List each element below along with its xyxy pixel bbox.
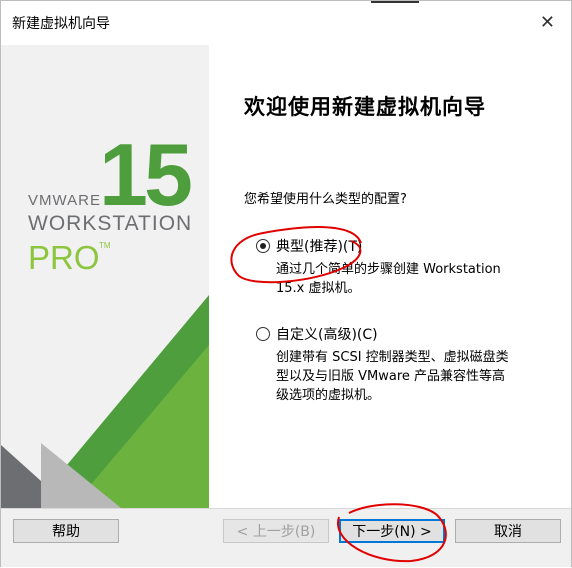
title-bar-divider: [371, 1, 419, 3]
brand-panel: 15 VMWARE WORKSTATION PRO TM: [1, 45, 209, 508]
vmware-text: VMWARE: [28, 192, 101, 209]
help-button[interactable]: 帮助: [13, 519, 119, 543]
option-custom[interactable]: 自定义(高级)(C): [256, 324, 378, 344]
description-line: 型以及与旧版 VMware 产品兼容性等高: [276, 369, 506, 384]
button-bar: 帮助 < 上一步(B) 下一步(N) > 取消: [1, 508, 571, 567]
option-typical[interactable]: 典型(推荐)(T): [256, 236, 362, 256]
next-button[interactable]: 下一步(N) >: [339, 519, 445, 543]
pro-text: PRO: [28, 239, 100, 276]
vmware-logo: 15 VMWARE WORKSTATION PRO TM: [1, 125, 209, 508]
title-bar: 新建虚拟机向导 ✕: [1, 1, 571, 45]
description-line: 15.x 虚拟机。: [276, 281, 361, 296]
radio-custom[interactable]: [256, 327, 270, 341]
option-custom-description: 创建带有 SCSI 控制器类型、虚拟磁盘类 型以及与旧版 VMware 产品兼容…: [276, 348, 509, 405]
window-title: 新建虚拟机向导: [12, 16, 110, 32]
description-line: 通过几个简单的步骤创建 Workstation: [276, 262, 501, 277]
description-line: 创建带有 SCSI 控制器类型、虚拟磁盘类: [276, 350, 509, 365]
radio-selected-dot: [260, 243, 266, 249]
new-vm-wizard-dialog: 新建虚拟机向导 ✕ 15 VMWARE WORKSTATION PRO TM 欢…: [0, 0, 572, 567]
cancel-button[interactable]: 取消: [455, 519, 561, 543]
wizard-heading: 欢迎使用新建虚拟机向导: [244, 94, 486, 119]
radio-typical[interactable]: [256, 239, 270, 253]
back-button[interactable]: < 上一步(B): [223, 519, 329, 543]
option-typical-label[interactable]: 典型(推荐)(T): [276, 236, 362, 256]
description-line: 级选项的虚拟机。: [276, 388, 381, 403]
close-icon[interactable]: ✕: [540, 12, 555, 33]
content-panel: 欢迎使用新建虚拟机向导 您希望使用什么类型的配置? 典型(推荐)(T) 通过几个…: [209, 45, 571, 508]
trademark-text: TM: [99, 241, 111, 250]
workstation-text: WORKSTATION: [28, 212, 192, 235]
option-custom-label[interactable]: 自定义(高级)(C): [276, 324, 378, 344]
option-typical-description: 通过几个简单的步骤创建 Workstation 15.x 虚拟机。: [276, 260, 501, 298]
config-question: 您希望使用什么类型的配置?: [244, 192, 407, 207]
version-number: 15: [99, 125, 191, 224]
